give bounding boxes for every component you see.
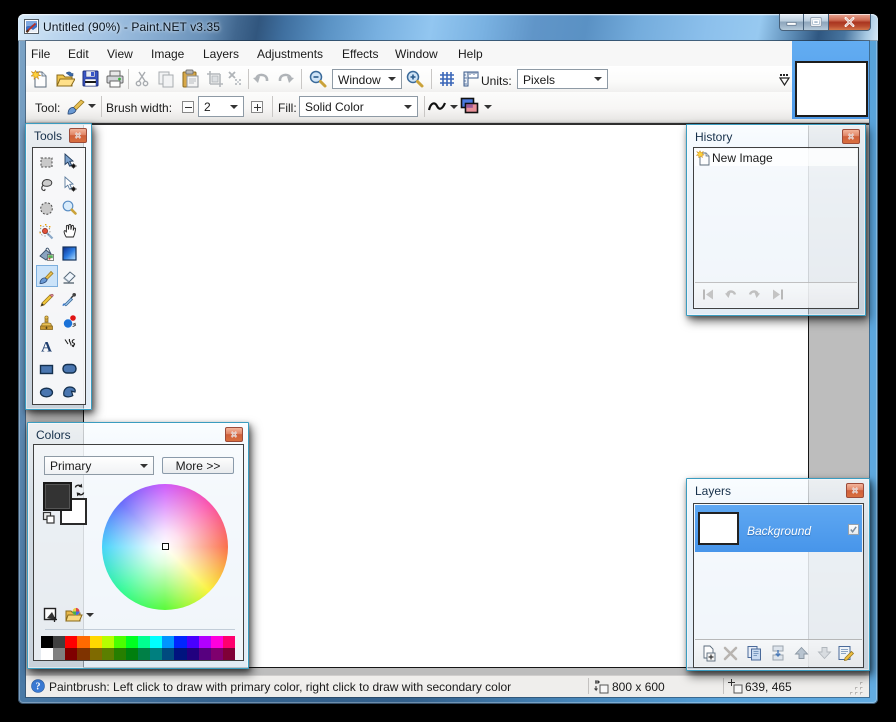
svg-text:A: A — [41, 340, 52, 356]
svg-text:?: ? — [36, 682, 41, 693]
